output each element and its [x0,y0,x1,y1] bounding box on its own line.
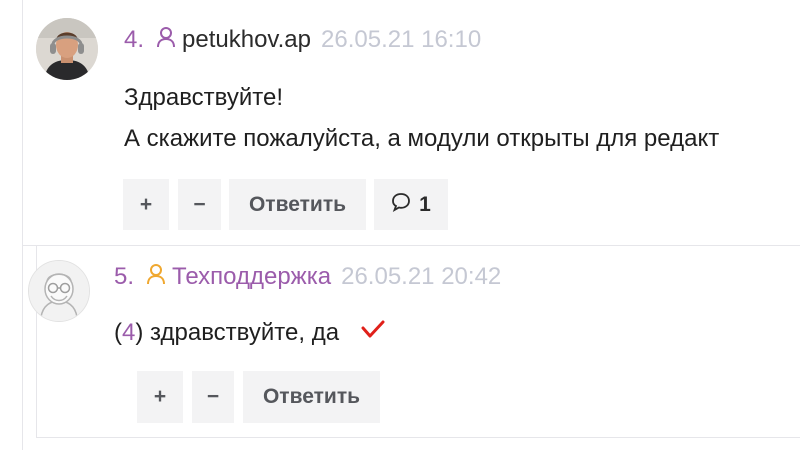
checkmark-icon [360,319,386,348]
reply-ref-open: ( [114,319,122,346]
avatar[interactable] [28,260,90,322]
reply-label: Ответить [262,385,361,408]
timestamp: 26.05.21 20:42 [341,263,502,290]
username[interactable]: Техподдержка [172,263,331,291]
avatar[interactable] [36,18,98,80]
reply-label: Ответить [248,192,347,216]
comment-text: (4) здравствуйте, да [114,319,386,348]
reply-ref-link[interactable]: 4 [122,319,135,346]
speech-bubble-icon [391,192,411,218]
comment-4: 4. petukhov.ap 26.05.21 16:10 Здравствуй… [22,0,800,246]
comment-meta: 5. Техподдержка 26.05.21 20:42 [114,262,501,292]
replies-count: 1 [419,192,431,216]
comment-text-body: здравствуйте, да [143,319,340,346]
comment-number[interactable]: 4. [124,26,144,54]
comment-number[interactable]: 5. [114,263,134,291]
reply-button[interactable]: Ответить [229,179,366,230]
upvote-button[interactable]: + [137,371,183,423]
downvote-button[interactable]: − [178,179,221,230]
comment-text-line: А скажите пожалуйста, а модули открыты д… [124,125,720,152]
user-icon [146,263,166,292]
comment-text-line: Здравствуйте! [124,84,284,111]
user-icon [156,26,176,55]
minus-label: − [193,192,206,216]
comment-meta: 4. petukhov.ap 26.05.21 16:10 [124,25,481,55]
upvote-button[interactable]: + [123,179,169,230]
divider [36,437,800,438]
replies-button[interactable]: 1 [374,179,448,230]
downvote-button[interactable]: − [192,371,234,423]
minus-label: − [206,385,220,408]
plus-label: + [139,192,153,216]
username[interactable]: petukhov.ap [182,26,311,54]
timestamp: 26.05.21 16:10 [321,26,482,53]
reply-button[interactable]: Ответить [243,371,380,423]
plus-label: + [153,385,167,408]
